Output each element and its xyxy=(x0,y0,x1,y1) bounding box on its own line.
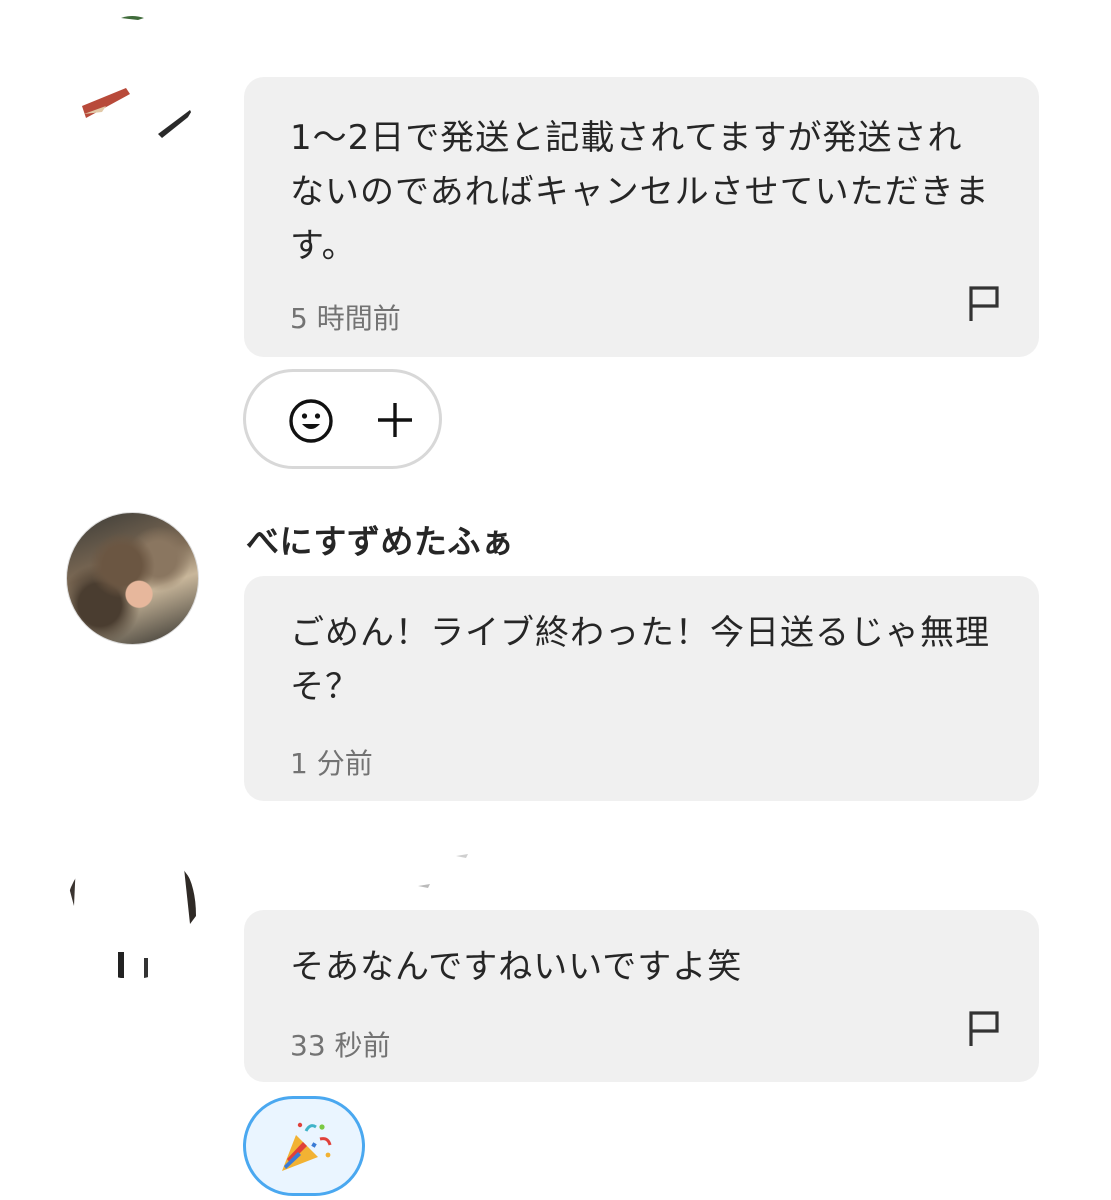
avatar-redacted-fragments xyxy=(82,16,192,138)
add-reaction-button[interactable] xyxy=(243,369,442,469)
message-timestamp: 33 秒前 xyxy=(290,1029,391,1062)
message-bubble[interactable]: ごめん！ライブ終わった！今日送るじゃ無理そ？ 1 分前 xyxy=(244,576,1039,801)
message-text: そあなんですねいいですよ笑 xyxy=(290,947,743,987)
avatar[interactable] xyxy=(66,512,199,645)
sender-name[interactable]: べにすずめたふぁ xyxy=(246,515,514,563)
party-popper-icon xyxy=(282,1122,332,1171)
message-bubble[interactable]: そあなんですねいいですよ笑 33 秒前 xyxy=(244,910,1039,1082)
flag-icon[interactable] xyxy=(967,1010,1001,1048)
message-text: ごめん！ライブ終わった！今日送るじゃ無理そ？ xyxy=(290,613,990,707)
message-text: 1～2日で発送と記載されてますが発送されないのであればキャンセルさせていただきま… xyxy=(290,118,990,266)
flag-icon[interactable] xyxy=(967,285,1001,323)
smiley-icon xyxy=(289,399,333,443)
avatar-redacted[interactable] xyxy=(66,14,199,147)
avatar-redacted[interactable] xyxy=(66,846,199,979)
reaction-pill[interactable] xyxy=(243,1096,365,1196)
message-bubble[interactable]: 1～2日で発送と記載されてますが発送されないのであればキャンセルさせていただきま… xyxy=(244,77,1039,357)
message-timestamp: 1 分前 xyxy=(290,747,373,780)
avatar-redacted-fragments xyxy=(66,862,196,978)
plus-icon xyxy=(378,403,412,437)
message-timestamp: 5 時間前 xyxy=(290,302,401,335)
